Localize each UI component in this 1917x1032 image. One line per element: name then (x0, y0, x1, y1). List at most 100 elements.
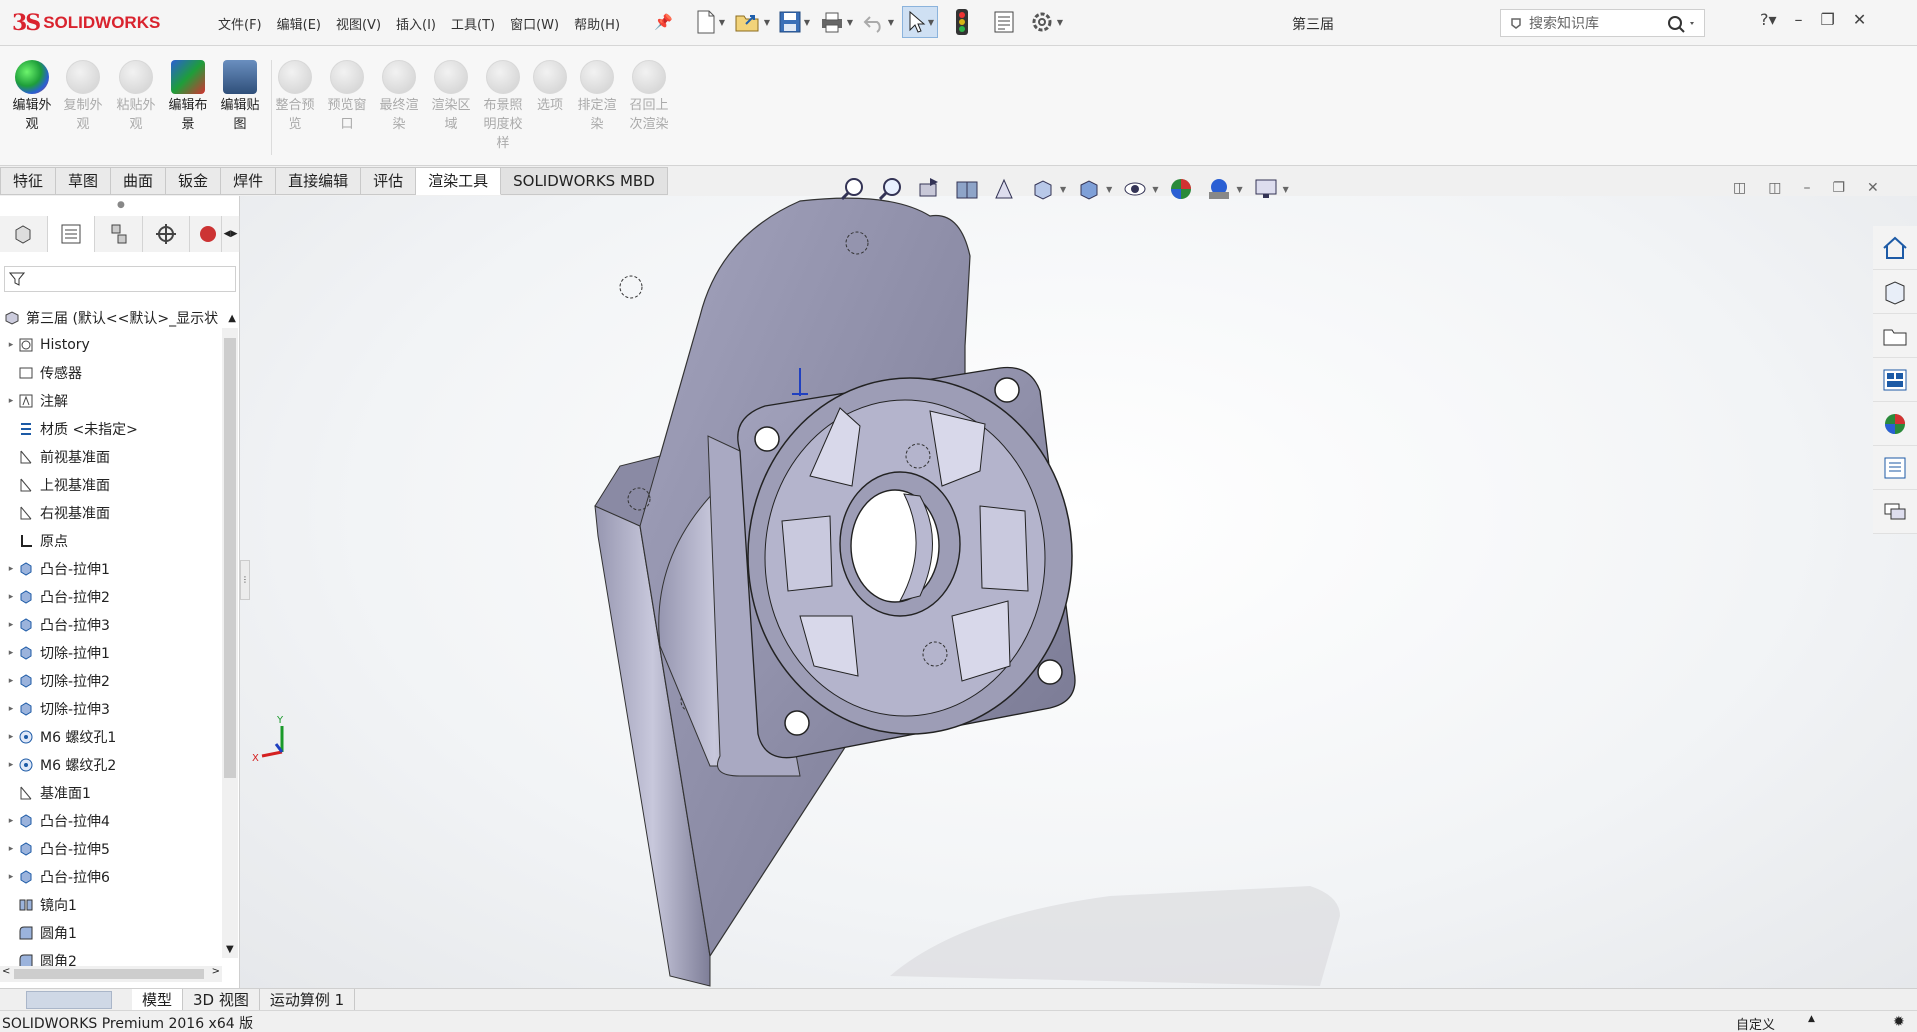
tab-evaluate[interactable]: 评估 (361, 167, 417, 195)
tree-horizontal-scrollbar[interactable]: < > (0, 966, 222, 982)
restore-button[interactable]: ❐ (1821, 10, 1835, 29)
tab-direct-editing[interactable]: 直接编辑 (276, 167, 362, 195)
tab-surfaces[interactable]: 曲面 (111, 167, 167, 195)
section-view-button[interactable] (952, 174, 982, 204)
paste-appearance-button[interactable]: 粘贴外 观 (111, 60, 161, 134)
tree-root[interactable]: 第三届 (默认<<默认>_显示状 ▲ (0, 304, 240, 332)
menu-edit[interactable]: 编辑(E) (277, 14, 321, 33)
edit-scene-button[interactable]: 编辑布 景 (163, 60, 213, 134)
tree-item[interactable]: 材质 <未指定> (0, 415, 222, 443)
tree-item[interactable]: ▸ History (0, 331, 222, 359)
final-render-button[interactable]: 最终渲 染 (374, 60, 424, 134)
view-orientation-button[interactable] (1028, 174, 1058, 204)
design-library-tab[interactable] (1873, 270, 1917, 314)
print-button[interactable]: ▼ (818, 6, 854, 38)
tab-motion-study[interactable]: 运动算例 1 (260, 988, 356, 1011)
display-style-button[interactable] (1074, 174, 1104, 204)
view-palette-tab[interactable] (1873, 358, 1917, 402)
tab-scroll-arrows[interactable]: ◀▶ (222, 216, 240, 252)
tab-weldments[interactable]: 焊件 (221, 167, 277, 195)
tree-filter[interactable] (4, 266, 236, 292)
menu-view[interactable]: 视图(V) (336, 14, 381, 33)
expand-arrow-icon[interactable]: ▸ (4, 816, 18, 826)
expand-arrow-icon[interactable]: ▸ (4, 844, 18, 854)
tree-item[interactable]: 圆角1 (0, 919, 222, 947)
display-manager-tab[interactable] (190, 216, 223, 252)
chevron-down-icon[interactable]: ▼ (1152, 185, 1158, 194)
tree-item[interactable]: 镜向1 (0, 891, 222, 919)
property-manager-tab[interactable] (47, 216, 96, 252)
tab-render-tools[interactable]: 渲染工具 (416, 167, 502, 195)
save-button[interactable]: ▼ (776, 6, 812, 38)
preview-window-button[interactable]: 预览窗 口 (322, 60, 372, 134)
search-icon[interactable] (1666, 14, 1698, 34)
tile-right-icon[interactable]: ◫ (1768, 180, 1781, 196)
forum-tab[interactable] (1873, 490, 1917, 534)
viewport-minimize-button[interactable]: – (1803, 180, 1810, 196)
tree-item[interactable]: 传感器 (0, 359, 222, 387)
viewport-restore-button[interactable]: ❐ (1832, 180, 1845, 196)
appearances-tab[interactable] (1873, 402, 1917, 446)
file-explorer-tab[interactable] (1873, 314, 1917, 358)
chevron-down-icon[interactable]: ▼ (1236, 185, 1242, 194)
expand-arrow-icon[interactable]: ▸ (4, 340, 18, 350)
expand-arrow-icon[interactable]: ▸ (4, 620, 18, 630)
solidworks-resources-tab[interactable] (1873, 226, 1917, 270)
render-region-button[interactable]: 渲染区 域 (426, 60, 476, 134)
expand-arrow-icon[interactable]: ▸ (4, 564, 18, 574)
tree-item[interactable]: 基准面1 (0, 779, 222, 807)
tree-item[interactable]: ▸ 切除-拉伸2 (0, 667, 222, 695)
chevron-down-icon[interactable]: ▼ (1060, 185, 1066, 194)
zoom-to-fit-button[interactable] (838, 174, 868, 204)
viewport-close-button[interactable]: ✕ (1867, 180, 1879, 196)
expand-arrow-icon[interactable]: ▸ (4, 648, 18, 658)
feature-manager-tab[interactable] (0, 216, 48, 252)
scrollbar-thumb[interactable] (224, 338, 236, 778)
tree-item[interactable]: ▸ 凸台-拉伸6 (0, 863, 222, 891)
scrollbar-thumb[interactable] (14, 969, 204, 979)
schedule-render-button[interactable]: 排定渲 染 (572, 60, 622, 134)
edit-decal-button[interactable]: 编辑贴 图 (215, 60, 265, 134)
rebuild-button[interactable] (944, 6, 980, 38)
expand-arrow-icon[interactable]: ▸ (4, 396, 18, 406)
notification-icon[interactable]: ✹ (1893, 1014, 1905, 1030)
tab-3d-view[interactable]: 3D 视图 (183, 988, 260, 1011)
tree-item[interactable]: 原点 (0, 527, 222, 555)
menu-tools[interactable]: 工具(T) (451, 14, 495, 33)
scroll-up-icon[interactable]: ▲ (228, 313, 236, 324)
tree-item[interactable]: 前视基准面 (0, 443, 222, 471)
minimize-button[interactable]: – (1795, 10, 1803, 29)
options-button[interactable]: ▼ (1028, 6, 1064, 38)
tree-item[interactable]: ▸ 切除-拉伸3 (0, 695, 222, 723)
scroll-down-icon[interactable]: ▼ (226, 944, 234, 955)
tab-sketch[interactable]: 草图 (56, 167, 112, 195)
menu-file[interactable]: 文件(F) (218, 14, 262, 33)
chevron-down-icon[interactable]: ▼ (1106, 185, 1112, 194)
tree-item[interactable]: ▸ 凸台-拉伸4 (0, 807, 222, 835)
help-icon[interactable]: ?▾ (1760, 10, 1777, 29)
chevron-down-icon[interactable]: ▼ (1283, 185, 1289, 194)
dynamic-annotation-button[interactable] (990, 174, 1020, 204)
expand-arrow-icon[interactable]: ▸ (4, 760, 18, 770)
scroll-left-icon[interactable]: < (2, 966, 10, 977)
integrated-preview-button[interactable]: 整合预 览 (270, 60, 320, 134)
custom-properties-tab[interactable] (1873, 446, 1917, 490)
units-dropdown-icon[interactable]: ▲ (1808, 1014, 1815, 1024)
edit-appearance-hud-button[interactable] (1166, 174, 1196, 204)
tree-item[interactable]: ▸ 注解 (0, 387, 222, 415)
illumination-proof-button[interactable]: 布景照 明度校 样 (478, 60, 528, 153)
tree-item[interactable]: ▸ 凸台-拉伸2 (0, 583, 222, 611)
tree-item[interactable]: ▸ 凸台-拉伸5 (0, 835, 222, 863)
search-input[interactable]: 搜索知识库 (1529, 13, 1599, 33)
recall-last-render-button[interactable]: 召回上 次渲染 (624, 60, 674, 134)
tile-left-icon[interactable]: ◫ (1733, 180, 1746, 196)
tree-item[interactable]: ▸ 凸台-拉伸1 (0, 555, 222, 583)
render-options-button[interactable]: 选项 (525, 60, 575, 115)
hide-show-button[interactable] (1120, 174, 1150, 204)
panel-grip-icon[interactable]: ● (117, 200, 125, 210)
expand-arrow-icon[interactable]: ▸ (4, 704, 18, 714)
tab-model[interactable]: 模型 (132, 988, 184, 1011)
solidworks-logo[interactable]: 3S SOLIDWORKS (12, 8, 160, 38)
tree-item[interactable]: ▸ 凸台-拉伸3 (0, 611, 222, 639)
edit-appearance-button[interactable]: 编辑外 观 (7, 60, 57, 134)
